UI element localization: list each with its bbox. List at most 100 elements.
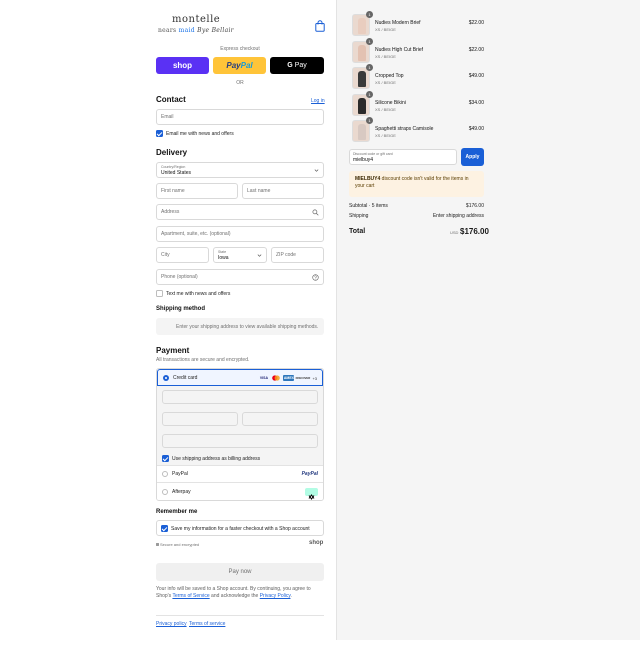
paypal-option[interactable]: PayPal PayPal xyxy=(157,466,323,483)
quantity-badge: 1 xyxy=(366,64,373,71)
product-variant: XS / BEIGE xyxy=(375,80,396,85)
paypal-label-a: Pay xyxy=(226,61,241,70)
shipping-value: Enter shipping address xyxy=(432,213,484,219)
payment-subtitle: All transactions are secure and encrypte… xyxy=(156,357,250,363)
footer-terms-link[interactable]: Terms of service xyxy=(189,621,225,627)
logo-sub-c: Bye Bellair xyxy=(197,27,234,34)
paypal-radio[interactable] xyxy=(162,471,168,477)
card-security-code-input[interactable] xyxy=(242,412,318,426)
save-info-checkbox[interactable] xyxy=(161,525,168,532)
shipping-method-placeholder: Enter your shipping address to view avai… xyxy=(156,318,324,335)
shipping-label: Shipping xyxy=(349,213,369,219)
search-icon xyxy=(312,209,319,216)
first-name-placeholder: First name xyxy=(161,188,185,194)
legal-text-c: . xyxy=(290,593,292,599)
email-placeholder: Email xyxy=(161,114,174,120)
product-figure xyxy=(358,18,366,34)
chevron-down-icon xyxy=(257,254,262,257)
state-select[interactable]: State Iowa xyxy=(213,247,267,263)
mastercard-icon: MC xyxy=(271,375,281,381)
product-variant: XS / BEIGE xyxy=(375,27,396,32)
shop-pay-button[interactable]: shop xyxy=(156,57,209,74)
card-expiry-input[interactable] xyxy=(162,412,238,426)
shipping-method-heading: Shipping method xyxy=(156,306,205,312)
checkout-main: montelle nears maid Bye Bellair Express … xyxy=(0,0,336,640)
discover-icon: DISCOVER xyxy=(295,376,311,380)
visa-icon: VISA xyxy=(259,376,269,380)
pay-now-label: Pay now xyxy=(228,569,252,575)
apartment-placeholder: Apartment, suite, etc. (optional) xyxy=(161,231,231,237)
billing-same-checkbox[interactable] xyxy=(162,455,169,462)
logo-sub-b: maid xyxy=(178,27,195,34)
last-name-input[interactable]: Last name xyxy=(242,183,324,199)
credit-card-label: Credit card xyxy=(173,375,198,381)
product-name: Nudies Modern Brief xyxy=(375,20,421,26)
logo-sub-text: nears maid Bye Bellair xyxy=(158,27,234,34)
credit-card-option[interactable]: Credit card VISA MC AMEX DISCOVER +3 xyxy=(157,369,323,386)
terms-link[interactable]: Terms of Service xyxy=(172,593,209,599)
product-price: $49.00 xyxy=(468,73,484,79)
first-name-input[interactable]: First name xyxy=(156,183,238,199)
store-logo[interactable]: montelle nears maid Bye Bellair xyxy=(156,14,234,38)
login-link[interactable]: Log in xyxy=(311,98,325,104)
newsletter-checkbox[interactable] xyxy=(156,130,163,137)
legal-notice: Your info will be saved to a Shop accoun… xyxy=(156,586,326,600)
product-price: $49.00 xyxy=(468,126,484,132)
name-on-card-input[interactable] xyxy=(162,434,318,448)
quantity-badge: 1 xyxy=(366,117,373,124)
google-pay-button[interactable]: G Pay xyxy=(270,57,324,74)
amex-icon: AMEX xyxy=(283,375,295,381)
product-variant: XS / BEIGE xyxy=(375,107,396,112)
quantity-badge: 1 xyxy=(366,11,373,18)
paypal-label: PayPal xyxy=(172,471,188,477)
text-me-checkbox[interactable] xyxy=(156,290,163,297)
paypal-express-button[interactable]: Pay Pal xyxy=(213,57,266,74)
shopping-bag-icon[interactable] xyxy=(315,20,325,32)
warning-code: MIELBUY4 xyxy=(355,176,381,182)
product-name: Spaghetti straps Camisole xyxy=(375,126,434,132)
quantity-badge: 1 xyxy=(366,38,373,45)
cart-line-item: 1 Spaghetti straps Camisole XS / BEIGE $49.… xyxy=(349,117,485,142)
country-label: Country/Region xyxy=(161,165,186,169)
phone-input[interactable]: Phone (optional) xyxy=(156,269,324,285)
card-details-form: Use shipping address as billing address xyxy=(157,386,323,466)
afterpay-option[interactable]: Afterpay xyxy=(157,484,323,500)
city-input[interactable]: City xyxy=(156,247,209,263)
product-figure xyxy=(358,124,366,140)
payment-heading: Payment xyxy=(156,346,190,355)
help-circle-icon[interactable] xyxy=(312,274,319,281)
privacy-link[interactable]: Privacy Policy xyxy=(260,593,291,599)
pay-now-button[interactable]: Pay now xyxy=(156,563,324,581)
credit-card-radio[interactable] xyxy=(163,375,169,381)
product-figure xyxy=(358,98,366,114)
email-input[interactable]: Email xyxy=(156,109,324,125)
country-select[interactable]: Country/Region United States xyxy=(156,162,324,178)
contact-heading: Contact xyxy=(156,95,186,104)
google-g-icon: G xyxy=(287,62,293,69)
product-name: Silicone Bikini xyxy=(375,100,406,106)
afterpay-logo-icon xyxy=(305,488,318,500)
apply-discount-button[interactable]: Apply xyxy=(461,148,484,166)
discount-value: mielbuy4 xyxy=(353,157,374,163)
lock-icon xyxy=(156,543,159,546)
discount-warning: MIELBUY4 discount code isn't valid for t… xyxy=(349,171,484,197)
apartment-input[interactable]: Apartment, suite, etc. (optional) xyxy=(156,226,324,242)
logo-main-text: montelle xyxy=(172,14,221,25)
or-divider: OR xyxy=(236,80,244,86)
footer-privacy-policy-link[interactable]: Privacy policy xyxy=(156,621,187,627)
card-number-input[interactable] xyxy=(162,390,318,404)
last-name-placeholder: Last name xyxy=(247,188,271,194)
product-variant: XS / BEIGE xyxy=(375,133,396,138)
discount-code-input[interactable]: Discount code or gift card mielbuy4 xyxy=(349,149,457,165)
shop-pay-label: shop xyxy=(172,61,193,70)
discount-label: Discount code or gift card xyxy=(353,152,393,156)
address-input[interactable]: Address xyxy=(156,204,324,220)
cart-line-item: 1 Cropped Top XS / BEIGE $49.00 xyxy=(349,64,485,89)
afterpay-radio[interactable] xyxy=(162,489,168,495)
shop-logo: shop xyxy=(309,540,324,546)
zip-input[interactable]: ZIP code xyxy=(271,247,324,263)
card-brands: VISA MC AMEX DISCOVER +3 xyxy=(258,375,317,381)
zip-placeholder: ZIP code xyxy=(276,252,296,258)
remember-me-heading: Remember me xyxy=(156,509,198,515)
payment-methods: Credit card VISA MC AMEX DISCOVER +3 Use… xyxy=(156,368,324,501)
